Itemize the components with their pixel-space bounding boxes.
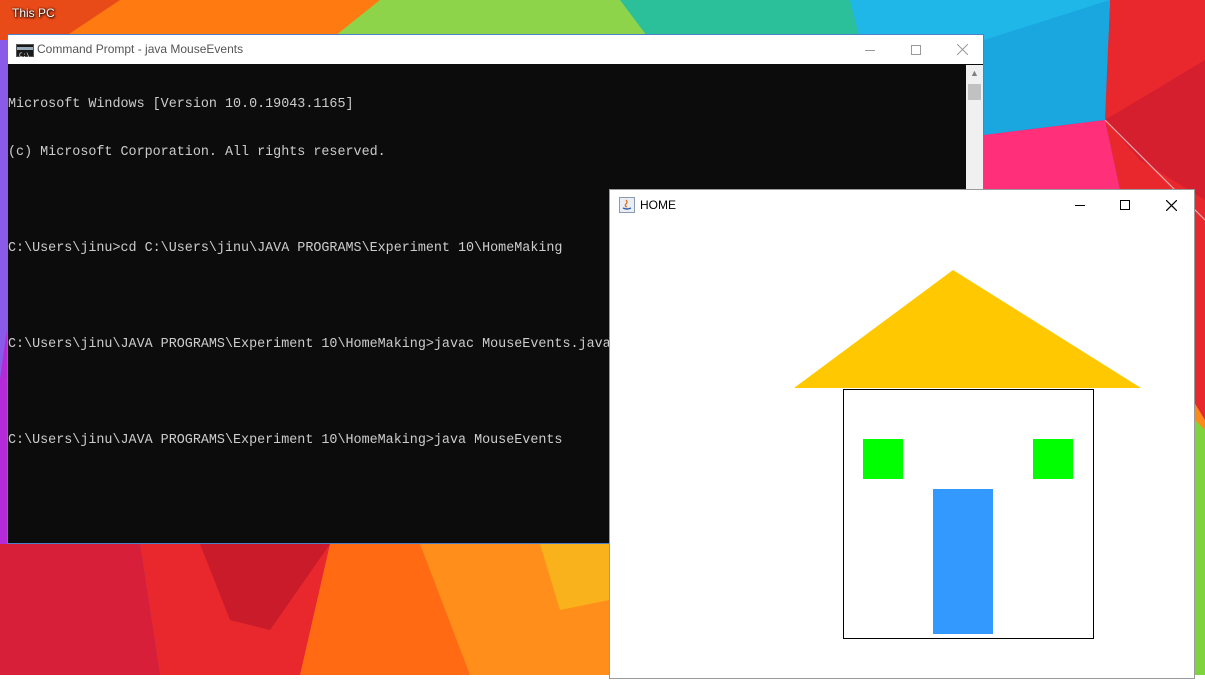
home-titlebar[interactable]: HOME	[610, 190, 1194, 220]
maximize-icon	[1120, 200, 1130, 210]
scrollbar-thumb[interactable]	[968, 84, 981, 100]
cmd-minimize-button[interactable]	[847, 35, 893, 64]
svg-text:C:\: C:\	[19, 52, 30, 58]
cmd-icon: C:\	[16, 44, 34, 59]
house-roof	[794, 270, 1141, 388]
house-window-left	[863, 439, 903, 479]
scroll-up-arrow-icon[interactable]: ▲	[966, 65, 983, 82]
home-maximize-button[interactable]	[1102, 190, 1148, 220]
close-icon	[1165, 199, 1177, 211]
cmd-maximize-button[interactable]	[893, 35, 939, 64]
cmd-close-button[interactable]	[939, 35, 985, 64]
cmd-title: Command Prompt - java MouseEvents	[37, 42, 244, 56]
minimize-icon	[865, 49, 875, 51]
drawing-canvas[interactable]	[610, 220, 1194, 678]
home-close-button[interactable]	[1148, 190, 1194, 220]
console-line: Microsoft Windows [Version 10.0.19043.11…	[8, 97, 354, 112]
desktop-icon-label[interactable]: This PC	[12, 6, 55, 20]
house-window-right	[1033, 439, 1073, 479]
maximize-icon	[911, 44, 921, 55]
close-icon	[956, 44, 968, 55]
java-icon	[619, 197, 635, 213]
home-title: HOME	[640, 198, 676, 212]
home-window[interactable]: HOME	[609, 189, 1195, 679]
house-door	[933, 489, 993, 634]
home-minimize-button[interactable]	[1057, 190, 1103, 220]
console-line: (c) Microsoft Corporation. All rights re…	[8, 145, 386, 160]
cmd-titlebar[interactable]: C:\ Command Prompt - java MouseEvents	[8, 35, 983, 64]
minimize-icon	[1075, 205, 1085, 206]
